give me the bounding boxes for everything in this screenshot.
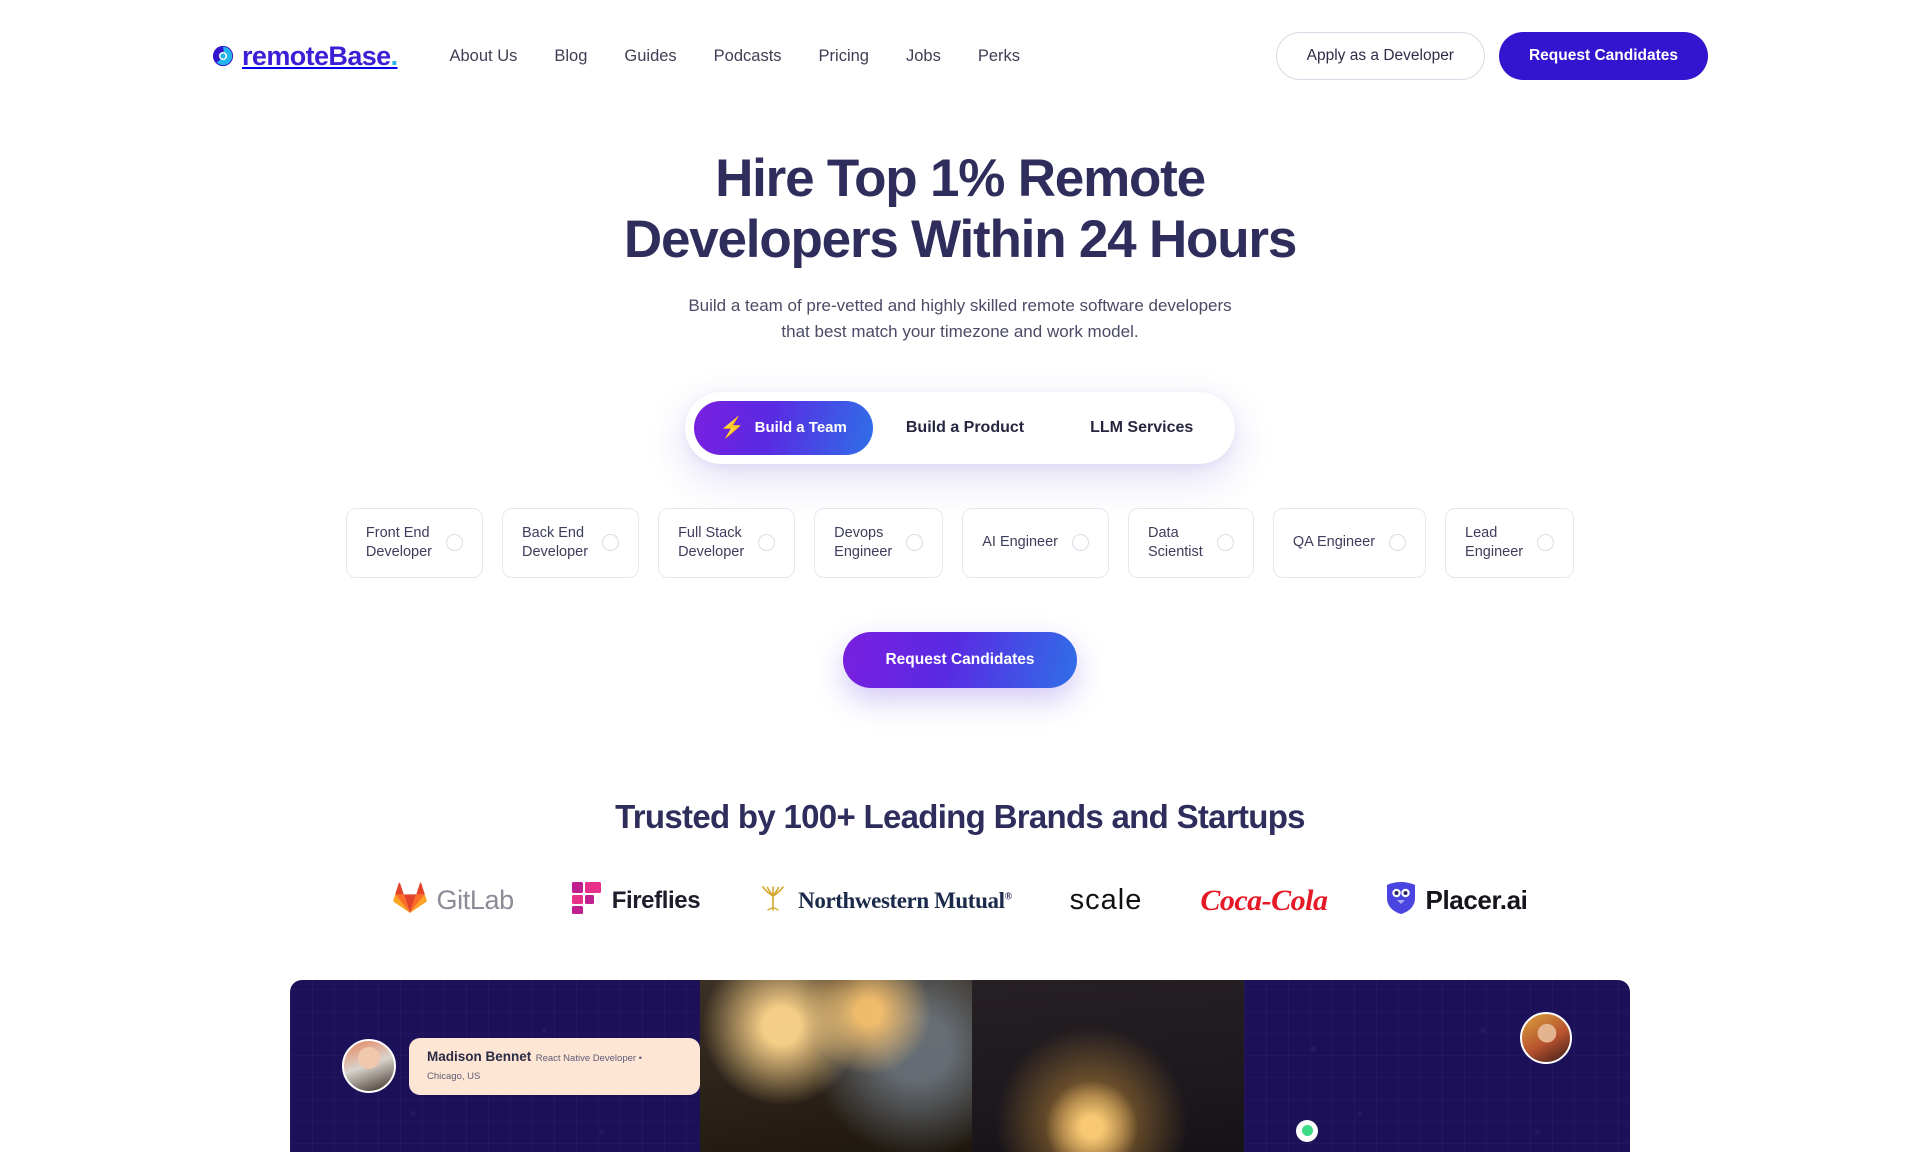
brand-logo-placer-ai: Placer.ai	[1386, 878, 1528, 924]
brand-logo-list: GitLab Fireflies Northwestern Mutual® sc…	[0, 878, 1920, 924]
role-chip-front-end-developer[interactable]: Front End Developer	[345, 507, 483, 578]
placer-owl-icon	[1386, 881, 1416, 920]
apply-as-developer-button[interactable]: Apply as a Developer	[1275, 32, 1485, 80]
nav-item-podcasts[interactable]: Podcasts	[714, 48, 782, 65]
northwestern-mutual-crest-icon	[758, 883, 788, 918]
role-chip-label: Full Stack Developer	[678, 524, 745, 560]
role-chip-data-scientist[interactable]: Data Scientist	[1128, 507, 1254, 578]
tab-build-a-team-label: Build a Team	[754, 419, 847, 437]
headline-line-2: Developers Within 24 Hours	[623, 210, 1297, 270]
role-radio-icon[interactable]	[1389, 534, 1407, 552]
role-radio-icon[interactable]	[1216, 534, 1234, 552]
placer-ai-wordmark: Placer.ai	[1425, 885, 1528, 916]
hero-section: Hire Top 1% Remote Developers Within 24 …	[0, 112, 1920, 688]
nav-item-about-us[interactable]: About Us	[449, 48, 517, 65]
developer-badge-info: Madison Bennet React Native Developer • …	[409, 1037, 700, 1095]
role-chip-label: QA Engineer	[1292, 534, 1376, 551]
northwestern-mutual-wordmark: Northwestern Mutual®	[798, 887, 1012, 913]
brand-logo-gitlab: GitLab	[392, 878, 515, 924]
request-candidates-header-button[interactable]: Request Candidates	[1498, 32, 1708, 80]
brand-name: remoteBase.	[242, 40, 398, 71]
brand-logo-scale: scale	[1070, 878, 1143, 924]
role-chip-back-end-developer[interactable]: Back End Developer	[501, 507, 640, 578]
brand-dot: .	[390, 40, 398, 71]
tab-build-a-product[interactable]: Build a Product	[873, 401, 1057, 455]
role-radio-icon[interactable]	[1072, 534, 1089, 552]
role-chip-devops-engineer[interactable]: Devops Engineer	[814, 507, 944, 578]
strip-panel-world-map-left: Madison Bennet React Native Developer • …	[290, 979, 700, 1152]
role-chip-qa-engineer[interactable]: QA Engineer	[1272, 507, 1427, 578]
brand-logo-fireflies: Fireflies	[571, 878, 701, 924]
nav-item-blog[interactable]: Blog	[554, 48, 587, 65]
role-chip-label: Lead Engineer	[1465, 524, 1524, 560]
lightning-bolt-icon: ⚡	[719, 416, 745, 439]
strip-panel-world-map-right	[1244, 979, 1630, 1152]
page-title: Hire Top 1% Remote Developers Within 24 …	[0, 148, 1920, 271]
request-candidates-cta-button[interactable]: Request Candidates	[843, 631, 1077, 688]
main-nav: About Us Blog Guides Podcasts Pricing Jo…	[449, 48, 1020, 65]
scale-ai-wordmark: scale	[1069, 884, 1143, 917]
role-chip-label: Devops Engineer	[834, 524, 893, 560]
nav-item-jobs[interactable]: Jobs	[906, 48, 941, 65]
gitlab-wordmark: GitLab	[436, 885, 515, 916]
developer-badge-card[interactable]: Madison Bennet React Native Developer • …	[342, 1037, 700, 1095]
headline-line-1: Hire Top 1% Remote	[715, 149, 1206, 208]
nav-item-guides[interactable]: Guides	[624, 48, 676, 65]
online-status-icon	[1296, 1119, 1318, 1142]
site-header: remoteBase. About Us Blog Guides Podcast…	[0, 0, 1920, 112]
role-chip-label: Front End Developer	[365, 524, 432, 560]
coca-cola-script-icon: Coca-Cola	[1200, 883, 1328, 917]
role-chip-lead-engineer[interactable]: Lead Engineer	[1445, 507, 1575, 578]
header-actions: Apply as a Developer Request Candidates	[1275, 32, 1708, 80]
role-radio-icon[interactable]	[602, 534, 620, 552]
nav-item-pricing[interactable]: Pricing	[819, 48, 869, 65]
avatar	[1520, 1011, 1572, 1064]
hero-cta-wrapper: Request Candidates	[0, 631, 1920, 688]
globe-logo-icon	[212, 45, 234, 67]
brand-logo[interactable]: remoteBase.	[212, 40, 398, 71]
nav-item-perks[interactable]: Perks	[978, 48, 1020, 65]
hero-subtitle-line-2: that best match your timezone and work m…	[781, 322, 1139, 342]
strip-panel-photo-bulb	[972, 979, 1244, 1152]
hero-tabs-wrapper: ⚡ Build a Team Build a Product LLM Servi…	[0, 391, 1920, 464]
hero-tabs: ⚡ Build a Team Build a Product LLM Servi…	[684, 391, 1236, 464]
hero-subtitle-line-1: Build a team of pre-vetted and highly sk…	[688, 295, 1232, 315]
landing-page: remoteBase. About Us Blog Guides Podcast…	[0, 0, 1920, 1152]
trusted-by-heading: Trusted by 100+ Leading Brands and Start…	[615, 797, 1305, 835]
role-chip-label: AI Engineer	[982, 534, 1058, 551]
role-radio-icon[interactable]	[758, 534, 776, 552]
role-radio-icon[interactable]	[445, 534, 463, 552]
hero-image-strip: Madison Bennet React Native Developer • …	[290, 979, 1630, 1152]
role-chip-ai-engineer[interactable]: AI Engineer	[962, 507, 1109, 578]
avatar	[342, 1039, 396, 1094]
role-chip-label: Back End Developer	[521, 524, 589, 560]
brand-logo-northwestern-mutual: Northwestern Mutual®	[758, 878, 1012, 924]
role-chip-full-stack-developer[interactable]: Full Stack Developer	[658, 507, 796, 578]
tab-build-a-team[interactable]: ⚡ Build a Team	[693, 400, 873, 455]
gitlab-fox-icon	[392, 882, 427, 919]
role-radio-icon[interactable]	[906, 534, 924, 552]
brand-logo-coca-cola: Coca-Cola	[1200, 878, 1328, 924]
fireflies-icon	[571, 882, 602, 919]
developer-name: Madison Bennet	[427, 1048, 532, 1064]
hero-subtitle: Build a team of pre-vetted and highly sk…	[0, 293, 1920, 346]
role-radio-icon[interactable]	[1537, 534, 1555, 552]
fireflies-wordmark: Fireflies	[611, 886, 701, 914]
role-chip-label: Data Scientist	[1148, 524, 1203, 560]
tab-llm-services[interactable]: LLM Services	[1057, 401, 1226, 455]
role-chip-list: Front End Developer Back End Developer Ful…	[0, 507, 1920, 578]
trusted-by-section: Trusted by 100+ Leading Brands and Start…	[0, 798, 1920, 924]
strip-panel-photo-cafe	[700, 979, 972, 1152]
